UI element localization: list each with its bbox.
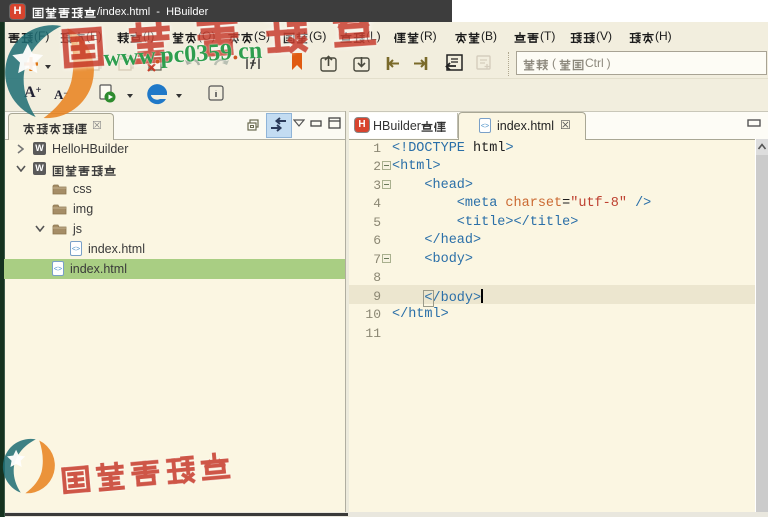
svg-text:<>: <> bbox=[54, 266, 62, 273]
svg-text:<>: <> bbox=[481, 123, 489, 130]
svg-text:<>: <> bbox=[72, 246, 80, 253]
